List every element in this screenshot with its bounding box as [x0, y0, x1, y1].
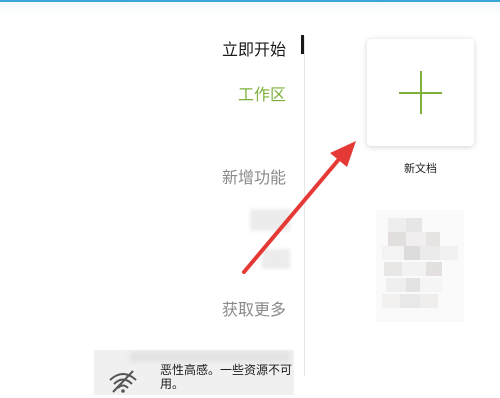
annotation-arrow — [242, 141, 356, 274]
